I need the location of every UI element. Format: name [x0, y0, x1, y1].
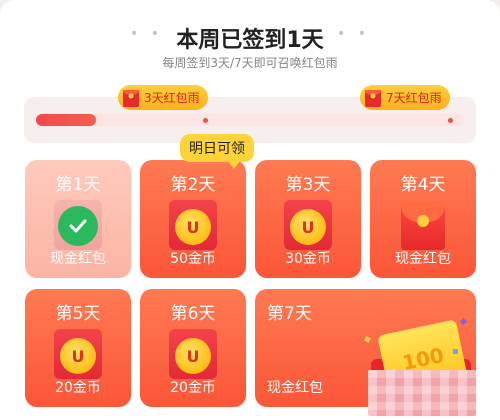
reward-box: U [169, 329, 217, 379]
reward-label: 现金红包 [50, 251, 106, 267]
day-label: 第5天 [55, 304, 101, 324]
reward-label: 50金币 [170, 251, 216, 267]
milestone-label: 3天红包雨 [144, 91, 200, 105]
milestone-3-days[interactable]: 3天红包雨 [118, 85, 208, 110]
day-label: 第1天 [55, 175, 101, 195]
page-subtitle: 每周签到3天/7天即可召唤红包雨 [162, 56, 338, 70]
day-card-3[interactable]: 第3天 U 30金币 [255, 160, 361, 278]
day-card-2[interactable]: 第2天 U 50金币 [140, 160, 246, 278]
reward-label: 现金红包 [395, 251, 451, 267]
progress-fill [36, 114, 96, 126]
day-card-6[interactable]: 第6天 U 20金币 [140, 289, 246, 407]
day-label: 第3天 [285, 175, 331, 195]
progress-track [36, 114, 464, 126]
check-icon [58, 206, 98, 246]
day-card-5[interactable]: 第5天 U 20金币 [25, 289, 131, 407]
coin-icon: U [60, 338, 96, 374]
coin-icon: U [175, 209, 211, 245]
day-label: 第6天 [170, 304, 216, 324]
title-decoration-right: • • [337, 26, 370, 42]
pixelated-overlay [368, 370, 476, 416]
reward-box: U [284, 200, 332, 250]
confetti-icon [364, 336, 371, 343]
milestone-7-days[interactable]: 7天红包雨 [360, 85, 450, 110]
day-card-4[interactable]: 第4天 现金红包 [370, 160, 476, 278]
milestone-label: 7天红包雨 [386, 91, 442, 105]
red-envelope-icon [401, 202, 445, 250]
reward-box [54, 200, 102, 250]
day-label: 第4天 [400, 175, 446, 195]
reward-box: U [169, 200, 217, 250]
confetti-icon [453, 349, 458, 354]
red-envelope-icon [121, 87, 141, 109]
day-label: 第2天 [170, 175, 216, 195]
milestone-3-dot [203, 118, 208, 123]
milestone-7-dot [448, 118, 453, 123]
coin-icon: U [290, 209, 326, 245]
page-title: 本周已签到1天 [176, 28, 324, 53]
coin-icon: U [175, 338, 211, 374]
day-card-1[interactable]: 第1天 现金红包 [25, 160, 131, 278]
signin-sheet: • • 本周已签到1天 • • 每周签到3天/7天即可召唤红包雨 3天红包雨 7… [0, 0, 500, 420]
tomorrow-tooltip: 明日可领 [180, 134, 254, 169]
reward-label: 30金币 [285, 251, 331, 267]
confetti-icon [459, 317, 468, 326]
reward-box: U [54, 329, 102, 379]
reward-label: 20金币 [170, 380, 216, 396]
reward-label: 20金币 [55, 380, 101, 396]
red-envelope-icon [363, 87, 383, 109]
